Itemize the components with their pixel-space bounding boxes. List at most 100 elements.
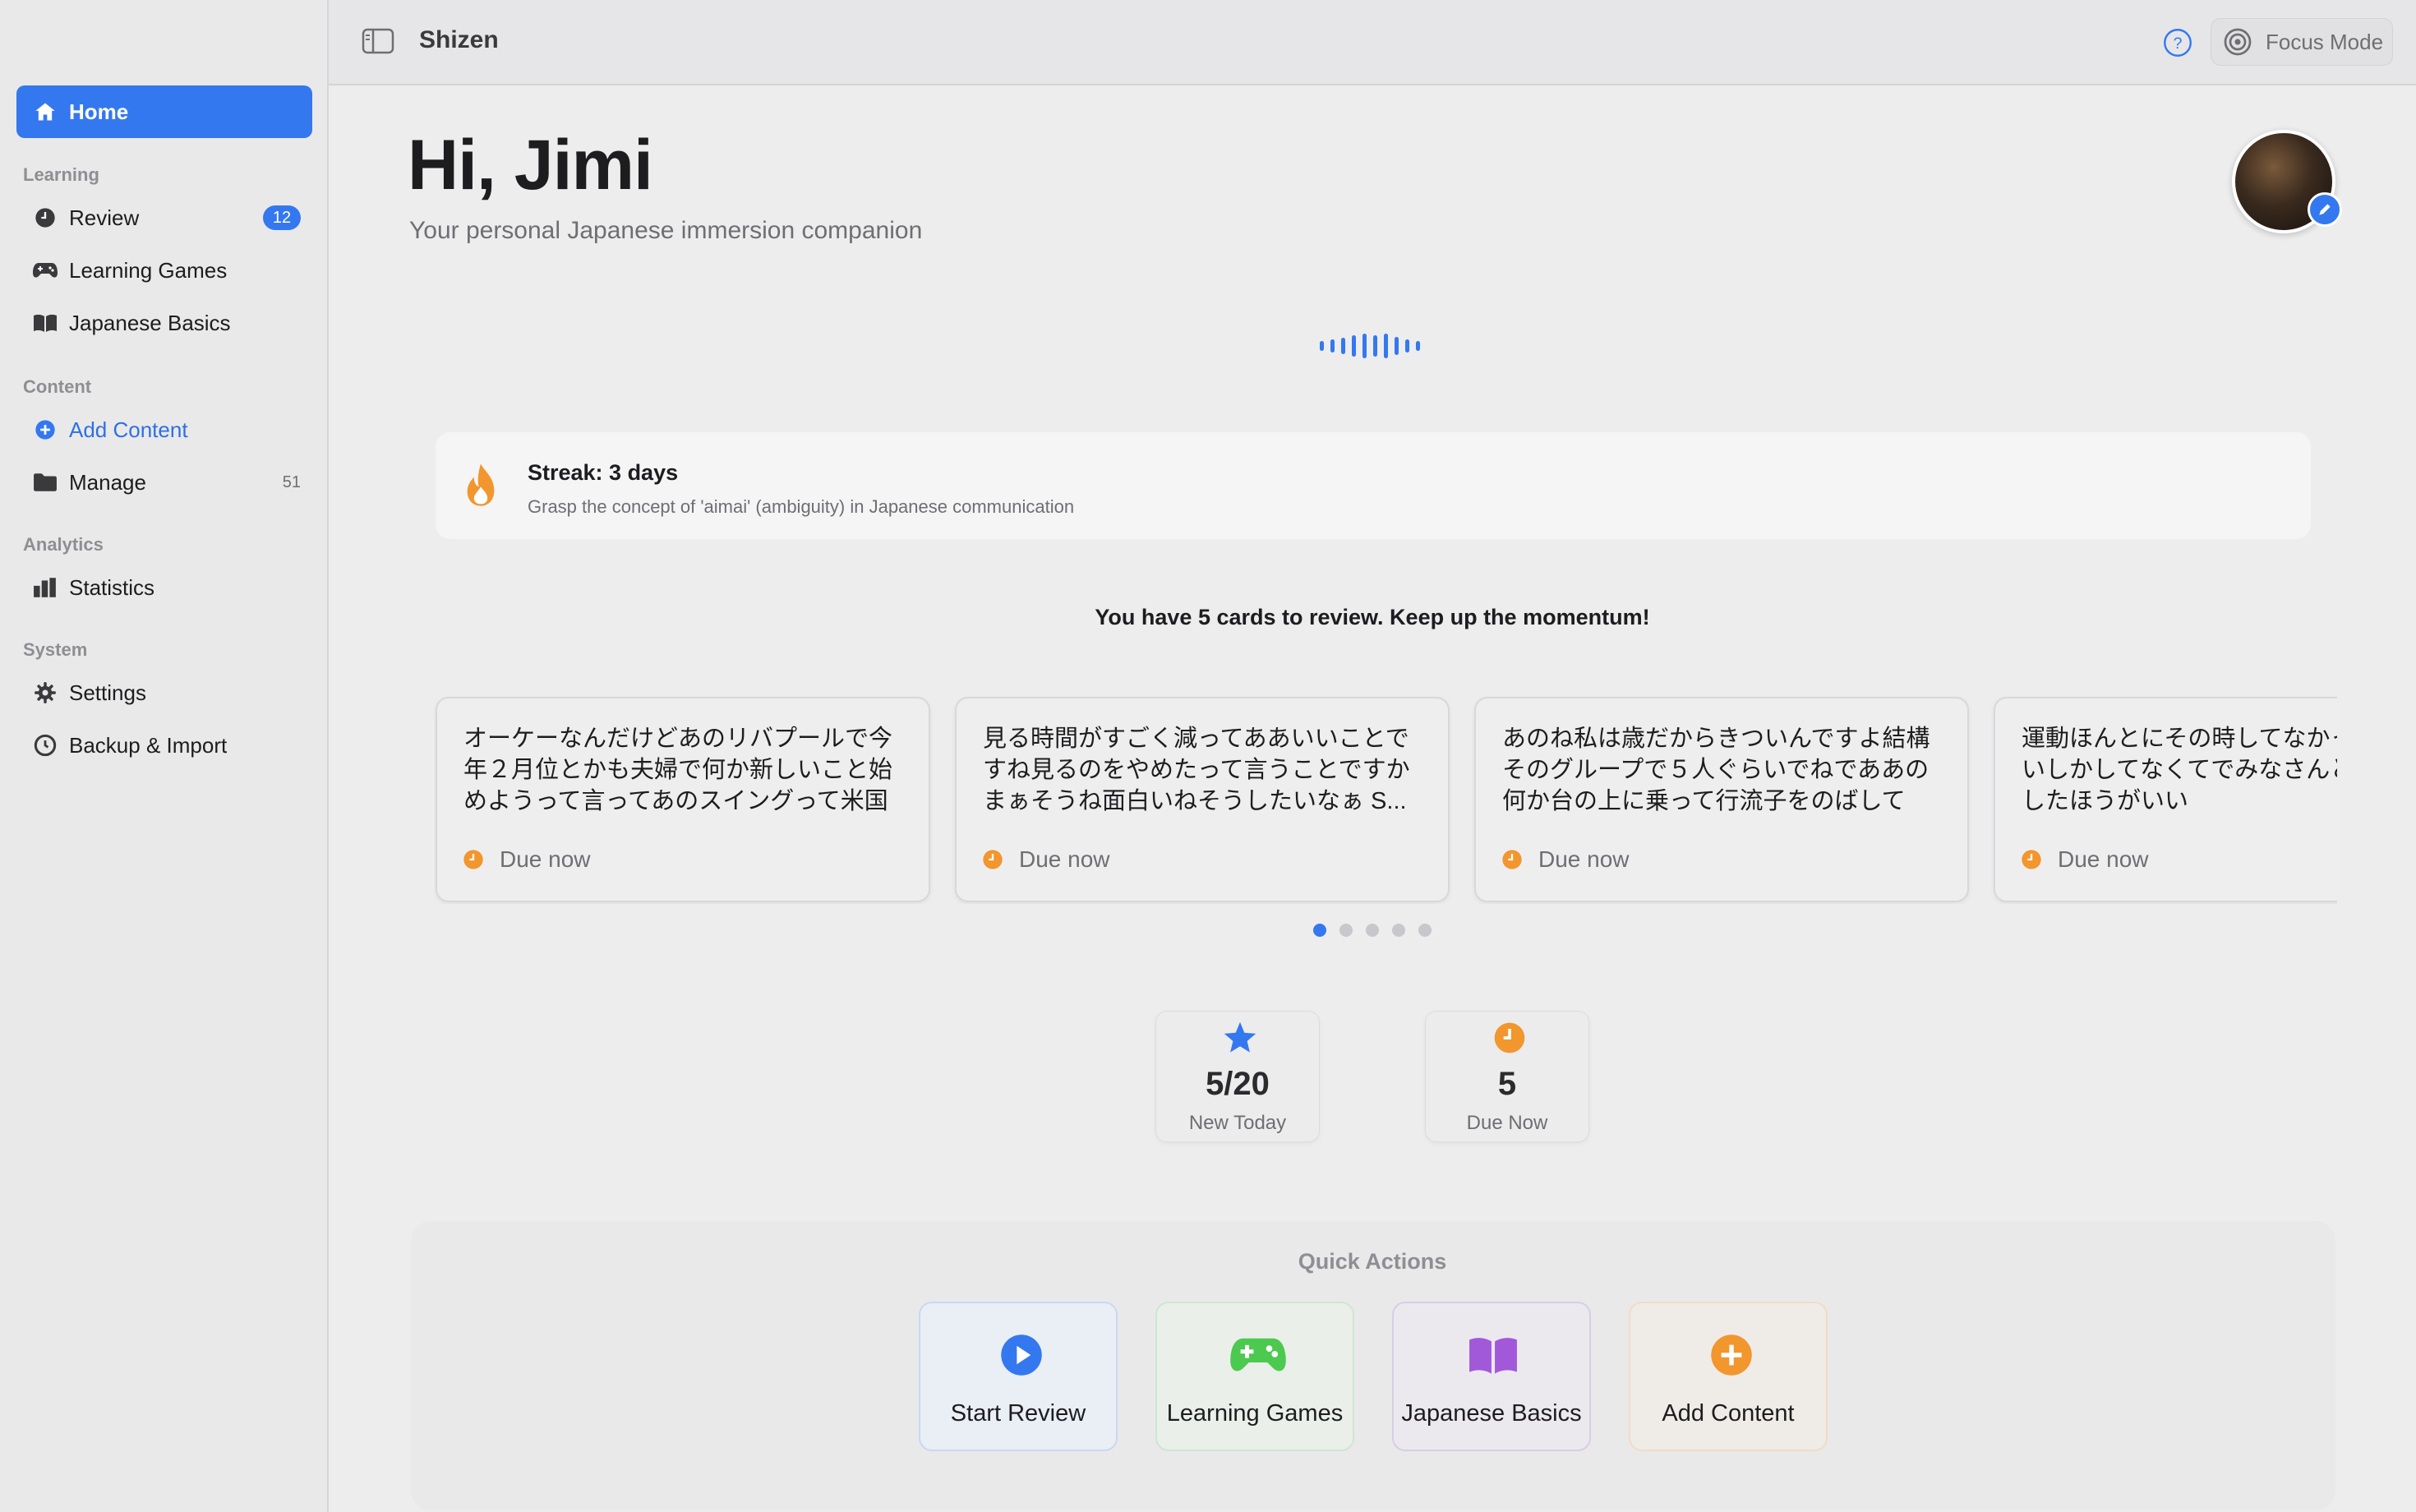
star-icon (1222, 1020, 1258, 1056)
pagination-dot[interactable] (1366, 924, 1379, 937)
sidebar-item-label: Japanese Basics (69, 310, 231, 335)
card-due-label: Due now (1019, 846, 1110, 872)
quick-action-label: Add Content (1662, 1400, 1795, 1427)
sidebar-item-label: Review (69, 205, 140, 230)
stat-label: New Today (1188, 1112, 1287, 1134)
sidebar-item-settings[interactable]: Settings (16, 667, 312, 718)
sidebar-item-backup-import[interactable]: Backup & Import (16, 720, 312, 771)
clock-icon (981, 848, 1004, 871)
card-text: あのね私は歳だからきついんですよ結構そのグループで５人ぐらいでねでああの何か台の… (1502, 726, 1930, 814)
sidebar-item-label: Manage (69, 469, 146, 495)
card-due-label: Due now (500, 846, 591, 872)
focus-mode-button[interactable]: Focus Mode (2211, 18, 2393, 66)
sidebar-item-home[interactable]: Home (16, 85, 312, 138)
quick-action-label: Learning Games (1166, 1400, 1344, 1427)
stat-new-today: 5/20 New Today (1155, 1011, 1320, 1142)
sidebar-item-statistics[interactable]: Statistics (16, 562, 312, 613)
section-label-system: System (23, 639, 88, 660)
card-text: 見る時間がすごく減ってああいいことですね見るのをやめたって言うことですかまぁそう… (983, 726, 1410, 814)
streak-card: Streak: 3 days Grasp the concept of 'aim… (436, 432, 2311, 539)
carousel-pagination (1313, 924, 1432, 937)
help-icon[interactable]: ? (2163, 28, 2192, 58)
stat-label: Due Now (1466, 1112, 1548, 1134)
gear-icon (31, 679, 59, 707)
manage-count: 51 (282, 472, 301, 491)
backup-icon (31, 731, 59, 759)
review-card[interactable]: オーケーなんだけどあのリバプールで今年２月位とかも夫婦で何か新しいこと始めようっ… (436, 697, 930, 902)
sidebar-item-add-content[interactable]: Add Content (16, 404, 312, 455)
sidebar-item-label: Settings (69, 680, 146, 705)
bar-chart-icon (31, 574, 59, 602)
card-due: Due now (2020, 846, 2149, 873)
quick-actions-title: Quick Actions (1298, 1249, 1447, 1274)
sidebar-toggle-icon[interactable] (362, 28, 394, 56)
audio-wave-icon (1316, 332, 1432, 360)
review-card[interactable]: あのね私は歳だからきついんですよ結構そのグループで５人ぐらいでねでああの何か台の… (1474, 697, 1969, 902)
target-icon (2223, 27, 2252, 57)
japanese-basics-button[interactable]: Japanese Basics (1392, 1302, 1591, 1451)
card-text: オーケーなんだけどあのリバプールで今年２月位とかも夫婦で何か新しいこと始めようっ… (463, 726, 893, 814)
stat-due-now: 5 Due Now (1425, 1011, 1589, 1142)
stat-value: 5 (1497, 1066, 1517, 1102)
start-review-button[interactable]: Start Review (919, 1302, 1118, 1451)
focus-mode-label: Focus Mode (2266, 29, 2384, 54)
house-icon (31, 98, 59, 126)
section-label-content: Content (23, 376, 92, 397)
pagination-dot[interactable] (1339, 924, 1353, 937)
page-subtitle: Your personal Japanese immersion compani… (409, 217, 923, 244)
gamepad-icon (1228, 1333, 1289, 1377)
pagination-dot[interactable] (1313, 924, 1326, 937)
quick-action-label: Japanese Basics (1401, 1400, 1582, 1427)
main-content: Hi, Jimi Your personal Japanese immersio… (329, 87, 2416, 1512)
add-content-button[interactable]: Add Content (1629, 1302, 1828, 1451)
card-due-label: Due now (2058, 846, 2149, 872)
plus-icon (1709, 1333, 1754, 1377)
clock-icon (31, 204, 59, 232)
app-title: Shizen (419, 26, 499, 53)
section-label-learning: Learning (23, 164, 99, 185)
toolbar: Shizen ? Focus Mode (329, 0, 2416, 85)
review-message: You have 5 cards to review. Keep up the … (1095, 605, 1650, 629)
pencil-icon[interactable] (2308, 192, 2342, 227)
review-count-badge: 12 (263, 205, 301, 230)
play-icon (999, 1333, 1044, 1377)
sidebar-item-label: Home (69, 99, 129, 124)
review-cards-carousel[interactable]: オーケーなんだけどあのリバプールで今年２月位とかも夫婦で何か新しいこと始めようっ… (434, 690, 2337, 904)
sidebar-item-label: Backup & Import (69, 732, 228, 758)
clock-icon (1501, 848, 1524, 871)
card-due: Due now (1501, 846, 1630, 873)
sidebar-item-review[interactable]: Review 12 (16, 192, 312, 243)
streak-description: Grasp the concept of 'aimai' (ambiguity)… (528, 496, 1075, 517)
sidebar-item-learning-games[interactable]: Learning Games (16, 245, 312, 296)
card-due-label: Due now (1538, 846, 1630, 872)
card-text: 運動ほんとにその時してなかったくぐらいしかしてなくてでみなさんとかにヨガしたほう… (2022, 726, 2337, 814)
quick-action-label: Start Review (950, 1400, 1086, 1427)
svg-text:?: ? (2174, 35, 2183, 53)
stat-value: 5/20 (1206, 1066, 1270, 1102)
review-card[interactable]: 見る時間がすごく減ってああいいことですね見るのをやめたって言うことですかまぁそう… (955, 697, 1450, 902)
folder-icon (31, 468, 59, 496)
learning-games-button[interactable]: Learning Games (1155, 1302, 1354, 1451)
clock-icon (2020, 848, 2043, 871)
review-card[interactable]: 運動ほんとにその時してなかったくぐらいしかしてなくてでみなさんとかにヨガしたほう… (1994, 697, 2337, 902)
clock-icon (462, 848, 485, 871)
section-label-analytics: Analytics (23, 534, 104, 555)
sidebar-item-manage[interactable]: Manage 51 (16, 457, 312, 508)
sidebar-item-japanese-basics[interactable]: Japanese Basics (16, 297, 312, 348)
card-due: Due now (462, 846, 591, 873)
pagination-dot[interactable] (1418, 924, 1432, 937)
card-due: Due now (981, 846, 1110, 873)
book-icon (31, 309, 59, 337)
flame-icon (460, 462, 501, 508)
sidebar: Home Learning Review 12 Learning Games J… (0, 0, 329, 1512)
sidebar-item-label: Statistics (69, 574, 155, 600)
sidebar-item-label: Add Content (69, 417, 188, 442)
pagination-dot[interactable] (1392, 924, 1405, 937)
clock-icon (1492, 1020, 1528, 1056)
gamepad-icon (31, 256, 59, 284)
sidebar-item-label: Learning Games (69, 257, 228, 283)
streak-title: Streak: 3 days (528, 460, 679, 485)
plus-circle-icon (31, 416, 59, 444)
page-title: Hi, Jimi (408, 126, 653, 205)
book-icon (1468, 1333, 1519, 1377)
